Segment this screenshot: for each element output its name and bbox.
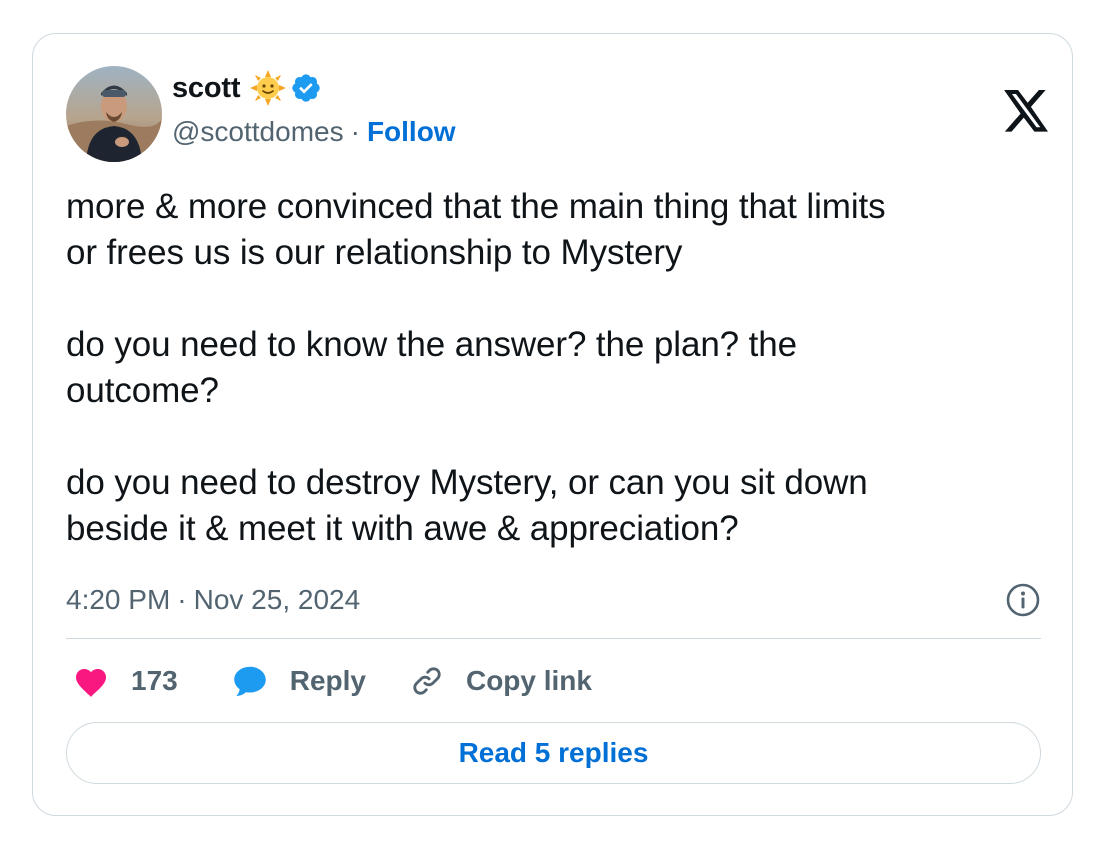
avatar[interactable]: [66, 66, 162, 162]
tweet-time[interactable]: 4:20 PM: [66, 584, 170, 616]
separator-dot: ·: [350, 116, 360, 147]
tweet-date[interactable]: Nov 25, 2024: [194, 584, 361, 616]
name-row: scott: [172, 68, 456, 108]
tweet-paragraph: more & more convinced that the main thin…: [66, 187, 886, 272]
sun-with-face-emoji-icon: [250, 70, 287, 106]
tweet-timestamp-row: 4:20 PM · Nov 25, 2024: [66, 582, 1041, 618]
tweet-header: scott @scottdomes · Follow: [66, 60, 1048, 162]
separator-dot: ·: [177, 584, 187, 615]
divider: [66, 638, 1041, 639]
copy-link-button[interactable]: Copy link: [410, 664, 592, 698]
tweet-paragraph: do you need to destroy Mystery, or can y…: [66, 463, 868, 548]
tweet-text: more & more convinced that the main thin…: [66, 184, 1041, 598]
handle-row: @scottdomes · Follow: [172, 112, 456, 152]
author-handle[interactable]: @scottdomes: [172, 116, 344, 148]
tweet-paragraph: do you need to know the answer? the plan…: [66, 325, 798, 410]
speech-bubble-icon: [233, 666, 266, 696]
author-display-name[interactable]: scott: [172, 72, 240, 105]
follow-button[interactable]: Follow: [367, 116, 456, 148]
heart-icon: [76, 669, 106, 697]
info-icon[interactable]: [1005, 582, 1041, 618]
reply-label: Reply: [289, 665, 366, 696]
like-button[interactable]: 173: [73, 664, 178, 698]
author-info: scott @scottdomes · Follow: [172, 68, 456, 152]
x-logo-icon[interactable]: [1004, 90, 1050, 132]
tweet-actions: 173 Reply Copy link: [73, 661, 592, 701]
tweet-embed-card: scott @scottdomes · Follow more & more c…: [32, 33, 1073, 816]
read-replies-label: Read 5 replies: [458, 737, 649, 768]
read-replies-button[interactable]: Read 5 replies: [66, 722, 1041, 784]
like-count: 173: [131, 665, 178, 696]
copy-link-label: Copy link: [465, 665, 592, 696]
verified-badge-icon: [290, 72, 322, 104]
reply-button[interactable]: Reply: [232, 664, 366, 698]
link-icon: [413, 667, 441, 695]
